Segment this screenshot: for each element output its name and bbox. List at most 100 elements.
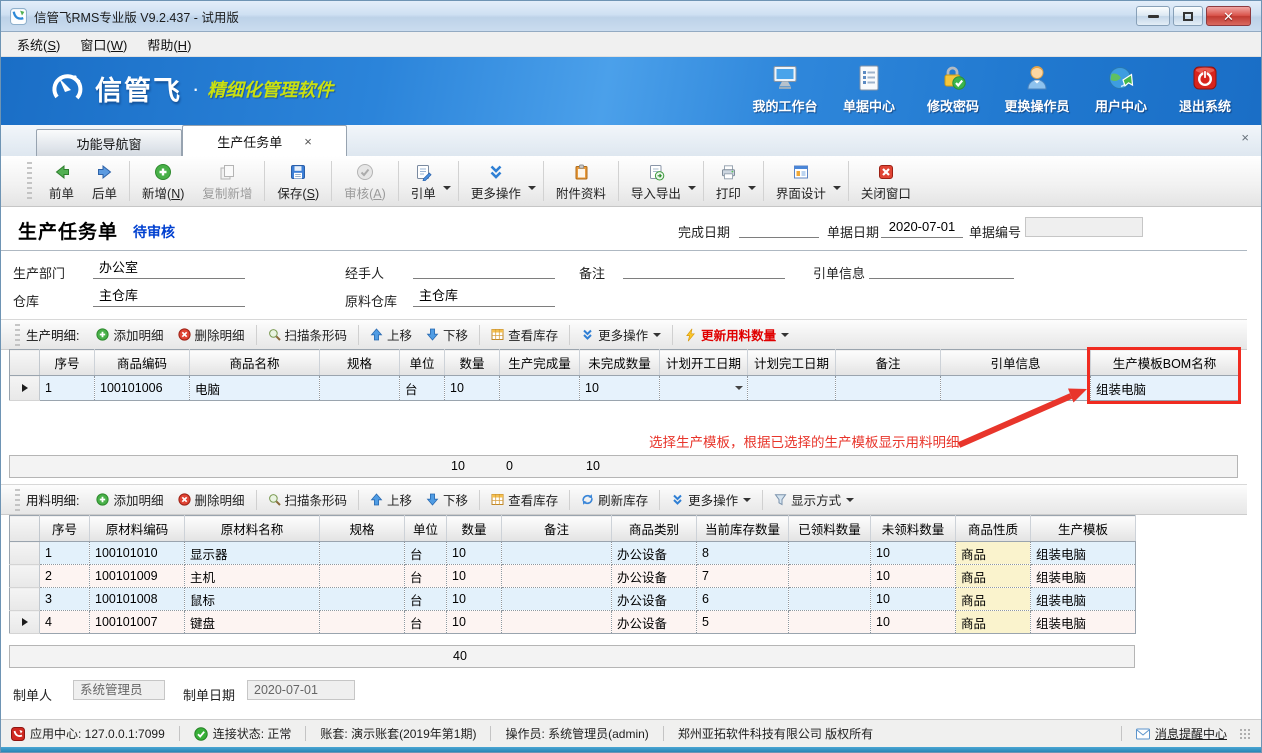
table-cell[interactable]: 10 <box>447 611 502 634</box>
close-window-button[interactable]: 关闭窗口 <box>852 158 920 205</box>
table-cell[interactable]: 商品 <box>956 588 1031 611</box>
warehouse-field[interactable]: 主仓库 <box>93 287 245 307</box>
table-cell[interactable] <box>320 542 405 565</box>
column-header[interactable]: 原材料编码 <box>90 516 185 542</box>
column-header[interactable]: 计划完工日期 <box>748 350 836 376</box>
tab-close-icon[interactable]: × <box>304 135 312 148</box>
table-cell[interactable]: 显示器 <box>185 542 320 565</box>
close-button[interactable]: ✕ <box>1206 6 1251 26</box>
message-center-link[interactable]: 消息提醒中心 <box>1136 725 1227 742</box>
column-header[interactable]: 生产完成量 <box>500 350 580 376</box>
table-cell[interactable]: 100101007 <box>90 611 185 634</box>
column-header[interactable]: 单位 <box>405 516 447 542</box>
table-cell[interactable]: 电脑 <box>190 376 320 401</box>
table-cell[interactable]: 10 <box>447 588 502 611</box>
column-header[interactable]: 未领料数量 <box>871 516 956 542</box>
dropdown-arrow-icon[interactable] <box>748 186 756 190</box>
row-selector[interactable] <box>10 376 40 401</box>
column-header[interactable]: 商品类别 <box>612 516 697 542</box>
finish-date-field[interactable] <box>739 218 819 238</box>
table-cell[interactable]: 6 <box>697 588 789 611</box>
table-cell[interactable]: 主机 <box>185 565 320 588</box>
table-cell[interactable]: 办公设备 <box>612 611 697 634</box>
more-actions-button[interactable]: 更多操作 <box>462 158 530 205</box>
delete-row-button[interactable]: 删除明细 <box>171 487 252 512</box>
dropdown-arrow-icon[interactable] <box>781 333 789 337</box>
my-workbench-button[interactable]: 我的工作台 <box>743 63 827 115</box>
table-cell[interactable]: 1 <box>40 376 95 401</box>
dropdown-arrow-icon[interactable] <box>688 186 696 190</box>
exit-system-button[interactable]: 退出系统 <box>1163 63 1247 115</box>
column-header[interactable]: 生产模板 <box>1031 516 1136 542</box>
column-header[interactable]: 数量 <box>445 350 500 376</box>
dropdown-arrow-icon[interactable] <box>743 498 751 502</box>
material-warehouse-field[interactable]: 主仓库 <box>413 287 555 307</box>
table-cell[interactable]: 10 <box>871 565 956 588</box>
table-cell[interactable]: 台 <box>405 588 447 611</box>
table-cell[interactable]: 组装电脑 <box>1031 588 1136 611</box>
tab-production-task[interactable]: 生产任务单 × <box>182 125 347 156</box>
column-header[interactable]: 未完成数量 <box>580 350 660 376</box>
column-header[interactable]: 序号 <box>40 350 95 376</box>
print-button[interactable]: 打印 <box>707 158 750 205</box>
barcode-scan-button[interactable]: 扫描条形码 <box>261 487 355 512</box>
table-cell[interactable]: 10 <box>447 565 502 588</box>
table-cell[interactable] <box>502 611 612 634</box>
table-cell[interactable]: 10 <box>871 611 956 634</box>
column-header[interactable]: 规格 <box>320 350 400 376</box>
column-header[interactable]: 单位 <box>400 350 445 376</box>
column-header[interactable]: 数量 <box>447 516 502 542</box>
ui-design-button[interactable]: 界面设计 <box>767 158 835 205</box>
table-cell[interactable]: 办公设备 <box>612 542 697 565</box>
table-row[interactable]: 4100101007键盘台10办公设备510商品组装电脑 <box>10 611 1136 634</box>
menu-system[interactable]: 系统(S) <box>7 32 70 57</box>
display-mode-button[interactable]: 显示方式 <box>767 487 861 512</box>
column-header[interactable]: 引单信息 <box>941 350 1091 376</box>
table-cell[interactable] <box>320 565 405 588</box>
table-cell[interactable] <box>836 376 941 401</box>
column-header[interactable]: 备注 <box>502 516 612 542</box>
table-cell[interactable]: 100101009 <box>90 565 185 588</box>
column-header[interactable]: 商品名称 <box>190 350 320 376</box>
maximize-button[interactable] <box>1173 6 1203 26</box>
bill-date-field[interactable]: 2020-07-01 <box>881 218 963 238</box>
table-cell[interactable]: 办公设备 <box>612 588 697 611</box>
table-cell[interactable] <box>789 565 871 588</box>
barcode-scan-button[interactable]: 扫描条形码 <box>261 322 355 347</box>
handler-field[interactable] <box>413 259 555 279</box>
more-actions-button[interactable]: 更多操作 <box>664 487 758 512</box>
user-center-button[interactable]: 用户中心 <box>1079 63 1163 115</box>
move-up-button[interactable]: 上移 <box>363 487 419 512</box>
document-center-button[interactable]: 单据中心 <box>827 63 911 115</box>
table-cell[interactable]: 商品 <box>956 542 1031 565</box>
add-row-button[interactable]: 添加明细 <box>89 487 170 512</box>
table-cell[interactable]: 10 <box>447 542 502 565</box>
table-cell[interactable]: 商品 <box>956 611 1031 634</box>
table-cell[interactable] <box>748 376 836 401</box>
view-stock-button[interactable]: 查看库存 <box>484 487 565 512</box>
add-new-button[interactable]: 新增(N) <box>133 158 193 205</box>
table-cell[interactable]: 100101006 <box>95 376 190 401</box>
table-cell[interactable]: 5 <box>697 611 789 634</box>
update-material-qty-button[interactable]: 更新用料数量 <box>677 322 796 347</box>
remark-field[interactable] <box>623 259 785 279</box>
resize-grip-icon[interactable] <box>1239 728 1251 740</box>
column-header[interactable]: 计划开工日期 <box>660 350 748 376</box>
tab-function-navigator[interactable]: 功能导航窗 <box>36 129 182 156</box>
table-cell[interactable] <box>789 588 871 611</box>
move-down-button[interactable]: 下移 <box>419 487 475 512</box>
column-header[interactable]: 当前库存数量 <box>697 516 789 542</box>
table-cell[interactable]: 台 <box>400 376 445 401</box>
row-selector[interactable] <box>10 611 40 634</box>
table-cell[interactable]: 组装电脑 <box>1031 565 1136 588</box>
table-cell[interactable]: 鼠标 <box>185 588 320 611</box>
row-selector[interactable] <box>10 542 40 565</box>
table-cell[interactable]: 台 <box>405 542 447 565</box>
table-cell[interactable]: 8 <box>697 542 789 565</box>
dropdown-arrow-icon[interactable] <box>833 186 841 190</box>
table-cell[interactable]: 2 <box>40 565 90 588</box>
switch-operator-button[interactable]: 更换操作员 <box>995 63 1079 115</box>
table-cell[interactable] <box>502 588 612 611</box>
add-row-button[interactable]: 添加明细 <box>89 322 170 347</box>
audit-button[interactable]: 审核(A) <box>335 158 395 205</box>
